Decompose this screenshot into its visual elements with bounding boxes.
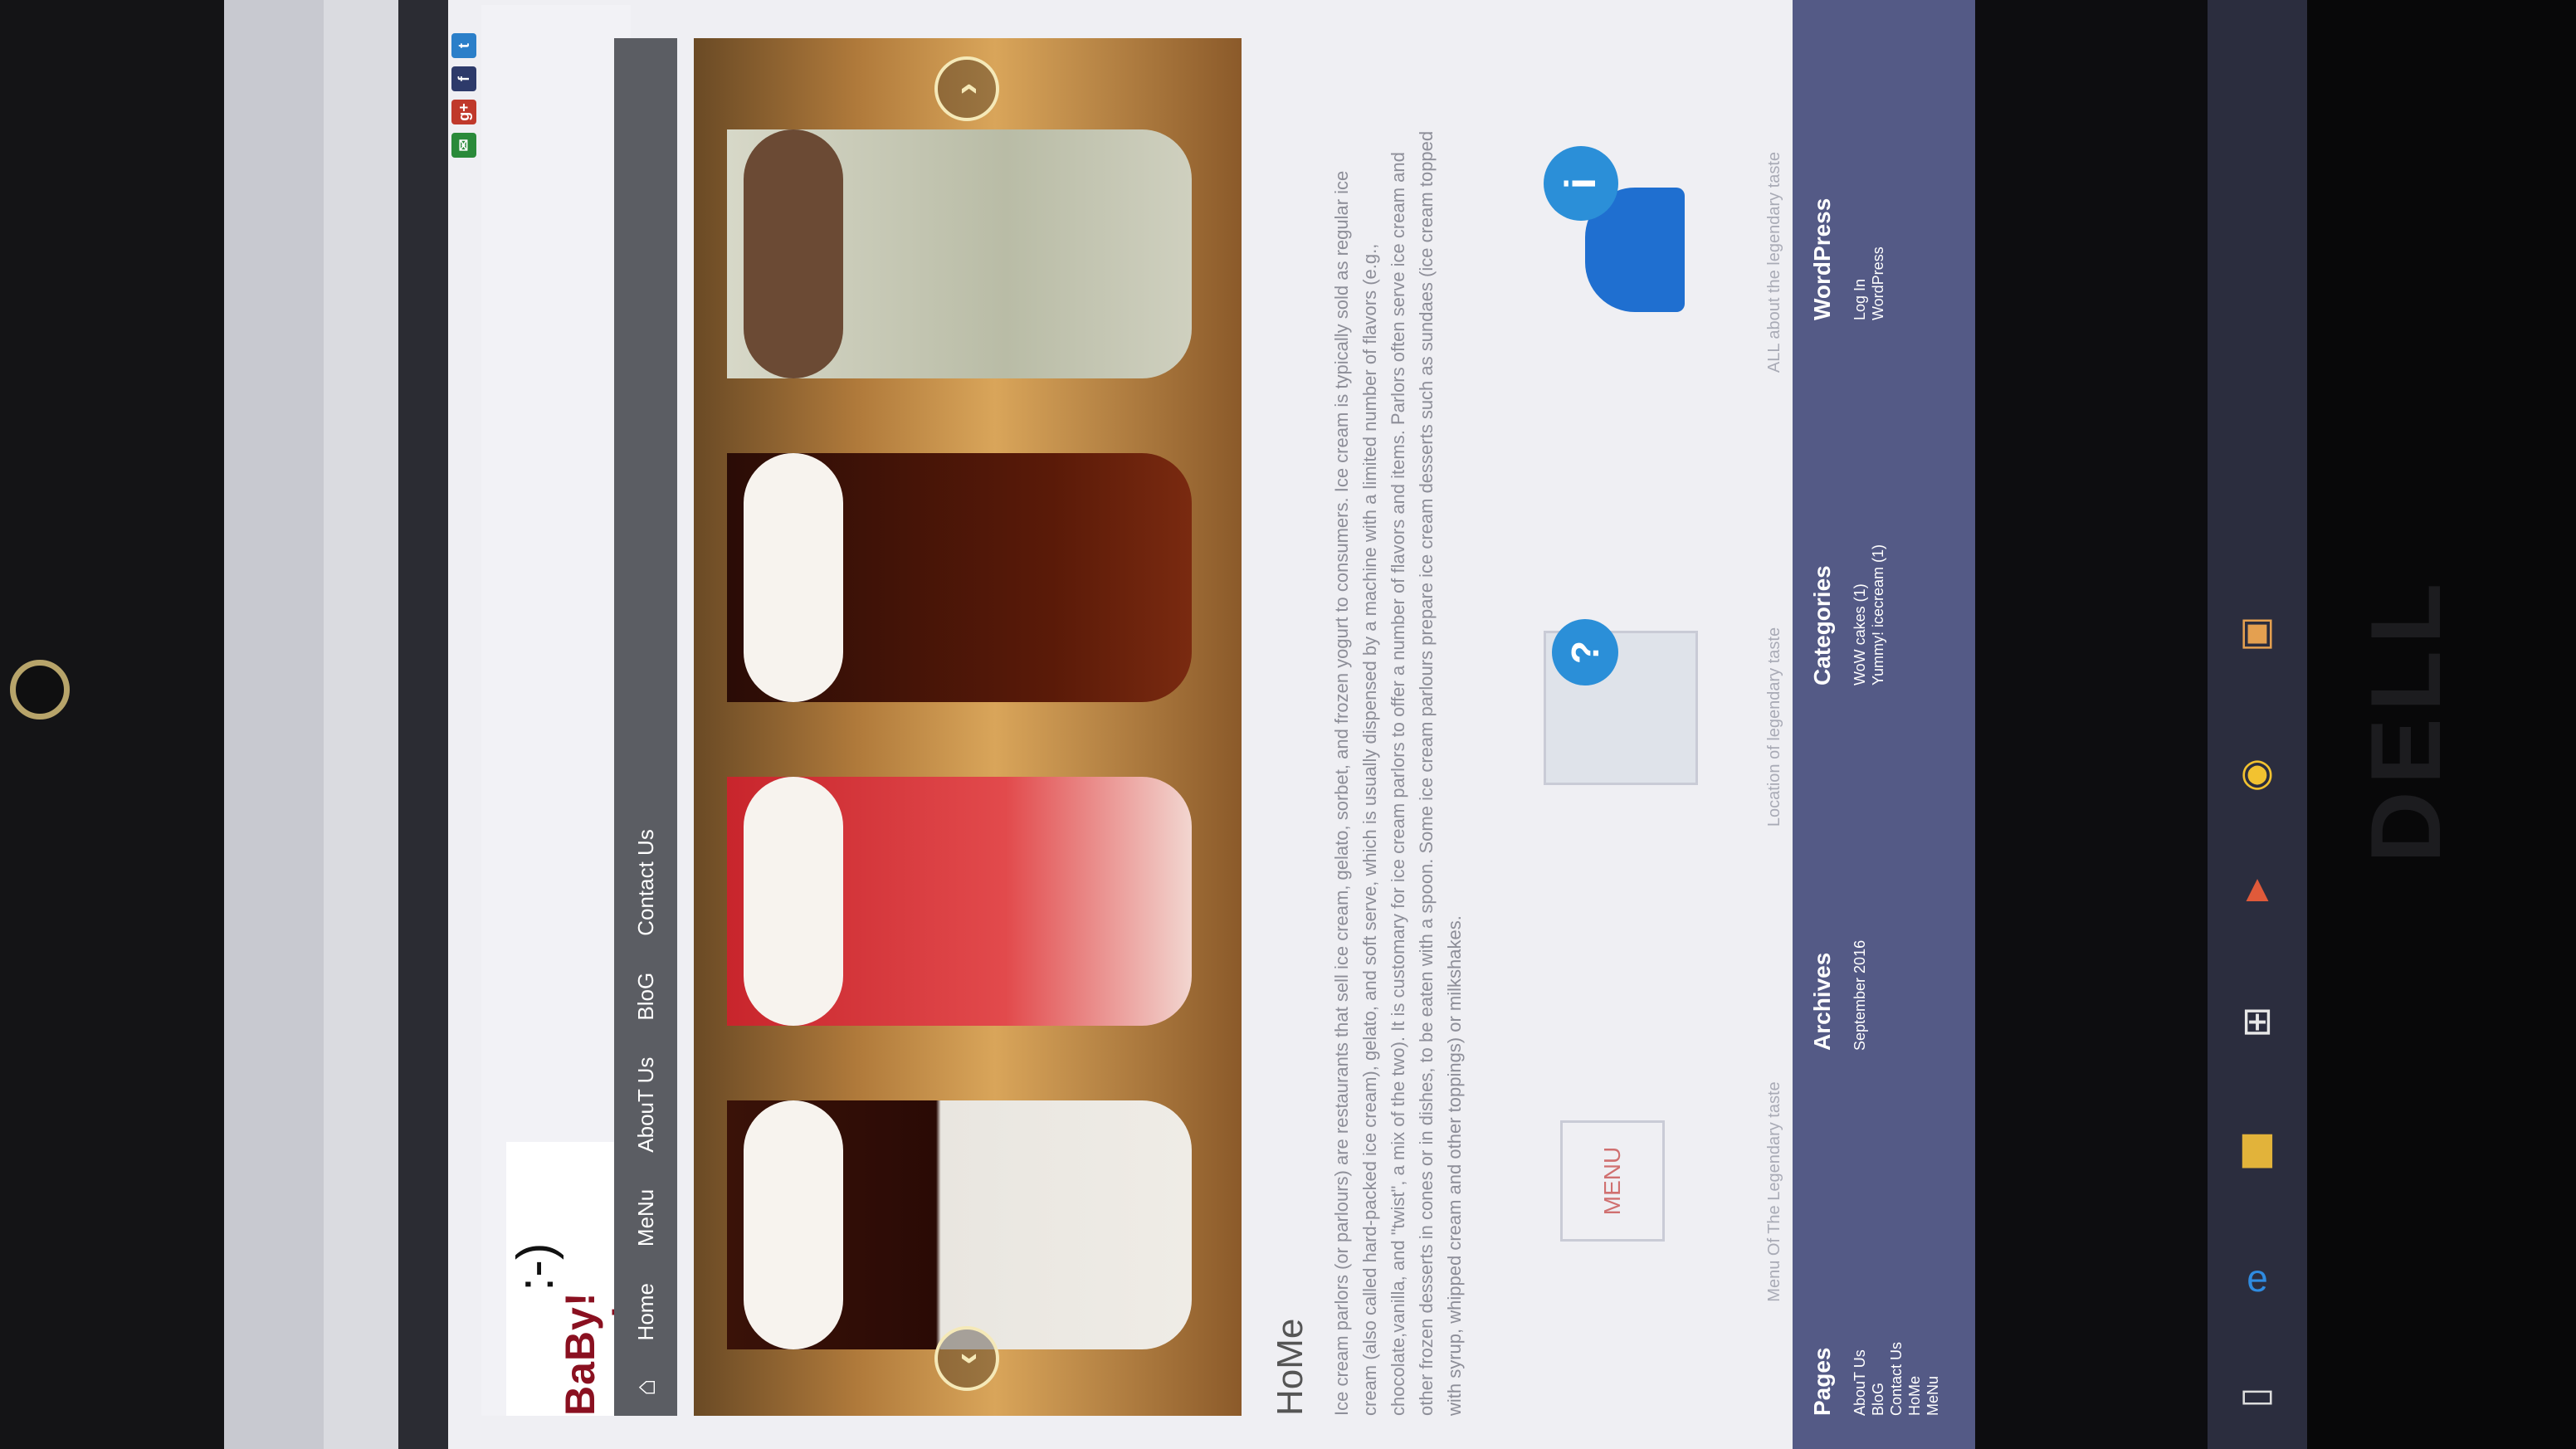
- footer-heading: Categories: [1809, 565, 1835, 685]
- slider-prev-button[interactable]: ‹: [934, 1326, 999, 1391]
- feature-menu[interactable]: MENU Menu Of The Legendary taste: [1535, 1017, 1784, 1366]
- footer-link[interactable]: AbouT Us: [1851, 1134, 1869, 1416]
- footer-link[interactable]: Yummy! icecream (1): [1869, 403, 1887, 685]
- windows-taskbar: ▭ e ▆ ⊞ ▲ ◉ ▣: [2208, 0, 2307, 1449]
- footer-link[interactable]: Log In: [1851, 38, 1869, 320]
- footer-link[interactable]: HoMe: [1905, 1134, 1924, 1416]
- footer-link[interactable]: Contact Us: [1887, 1134, 1905, 1416]
- slider-next-button[interactable]: ›: [934, 56, 999, 121]
- footer-link[interactable]: September 2016: [1851, 768, 1869, 1051]
- nav-contact[interactable]: Contact Us: [614, 811, 677, 954]
- question-icon: ?: [1552, 619, 1618, 685]
- footer-heading: Pages: [1809, 1347, 1835, 1417]
- feature-about[interactable]: i ALL about the legendary taste: [1535, 88, 1784, 437]
- hero-slider[interactable]: ‹ ›: [694, 38, 1242, 1416]
- task-view-icon[interactable]: ▭: [2224, 1361, 2291, 1427]
- nav-home[interactable]: Home: [614, 1265, 677, 1359]
- feature-row: MENU Menu Of The Legendary taste ? Locat…: [1535, 38, 1784, 1416]
- site-logo[interactable]: :-) BaBy! snacks: [506, 1142, 651, 1416]
- store-icon[interactable]: ⊞: [2224, 988, 2291, 1054]
- whipped-cream: [744, 453, 843, 702]
- nav-about[interactable]: AbouT Us: [614, 1039, 677, 1171]
- footer-link[interactable]: WordPress: [1869, 38, 1887, 320]
- feature-caption: Menu Of The Legendary taste: [1765, 1081, 1783, 1302]
- footer-heading: Archives: [1809, 952, 1835, 1051]
- page-title: HoMe: [1270, 1318, 1310, 1416]
- monitor-brand-logo: DELL: [2350, 576, 2461, 863]
- web-page: ✉ g+ f t :-) BaBy! snacks ⌂ Home MeNu Ab…: [448, 0, 1975, 1449]
- home-icon[interactable]: ⌂: [630, 1359, 662, 1416]
- browser-address-bar[interactable]: [324, 0, 401, 1449]
- monitor-bezel-left: [0, 0, 224, 1449]
- nav-menu[interactable]: MeNu: [614, 1171, 677, 1265]
- footer-heading: WordPress: [1809, 198, 1835, 320]
- footer-archives: Archives September 2016: [1809, 768, 1869, 1051]
- photos-icon[interactable]: ▣: [2224, 598, 2291, 664]
- footer-link[interactable]: BloG: [1869, 1134, 1887, 1416]
- power-button-icon: [10, 660, 70, 720]
- email-icon[interactable]: ✉: [451, 133, 476, 158]
- menu-board-icon: MENU: [1560, 1120, 1665, 1242]
- site-footer: Pages AbouT Us BloG Contact Us HoMe MeNu…: [1793, 0, 1975, 1449]
- facebook-icon[interactable]: f: [451, 66, 476, 91]
- site-top-strip: [398, 0, 448, 1449]
- feature-location[interactable]: ? Location of legendary taste: [1535, 553, 1784, 901]
- app-icon[interactable]: ▲: [2224, 855, 2291, 921]
- chrome-icon[interactable]: ◉: [2224, 739, 2291, 805]
- browser-tab-strip: [224, 0, 324, 1449]
- footer-link[interactable]: WoW cakes (1): [1851, 403, 1869, 685]
- edge-icon[interactable]: e: [2224, 1245, 2291, 1311]
- footer-link[interactable]: MeNu: [1924, 1134, 1942, 1416]
- whipped-cream: [744, 1100, 843, 1349]
- info-icon: i: [1544, 146, 1618, 221]
- feature-caption: ALL about the legendary taste: [1765, 151, 1783, 373]
- main-nav: ⌂ Home MeNu AbouT Us BloG Contact Us: [614, 38, 677, 1416]
- whipped-cream: [744, 777, 843, 1026]
- twitter-icon[interactable]: t: [451, 33, 476, 58]
- footer-pages: Pages AbouT Us BloG Contact Us HoMe MeNu: [1809, 1134, 1942, 1416]
- footer-wordpress: WordPress Log In WordPress: [1809, 38, 1887, 320]
- page-body-text: Ice cream parlors (or parlours) are rest…: [1331, 130, 1465, 1416]
- file-explorer-icon[interactable]: ▆: [2224, 1112, 2291, 1178]
- footer-categories: Categories WoW cakes (1) Yummy! icecream…: [1809, 403, 1887, 685]
- google-plus-icon[interactable]: g+: [451, 100, 476, 124]
- feature-caption: Location of legendary taste: [1765, 627, 1783, 827]
- social-links: ✉ g+ f t: [451, 33, 476, 158]
- nav-blog[interactable]: BloG: [614, 954, 677, 1039]
- cookie-topping: [744, 129, 843, 378]
- main-content: HoMe Ice cream parlors (or parlours) are…: [1270, 38, 1519, 1416]
